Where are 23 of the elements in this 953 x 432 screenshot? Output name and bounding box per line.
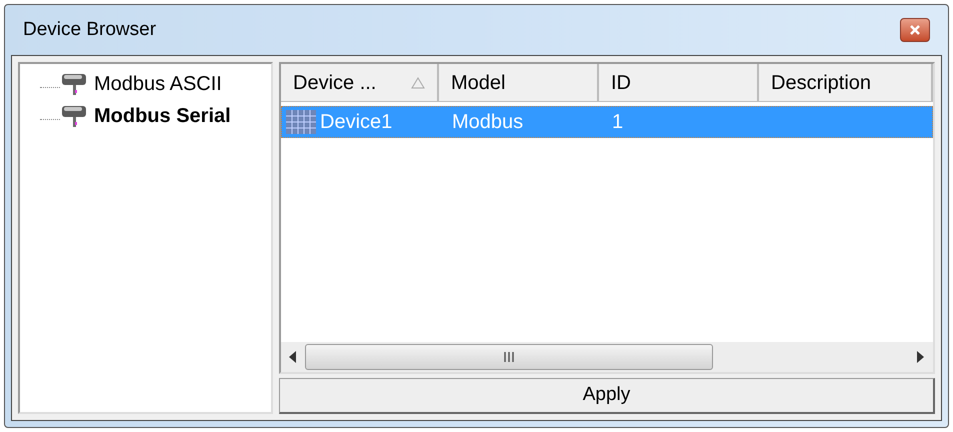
column-label: Device ... bbox=[293, 70, 376, 96]
column-header[interactable]: Device ... bbox=[281, 64, 439, 101]
column-label: Description bbox=[771, 70, 872, 96]
scroll-left-icon bbox=[289, 351, 297, 363]
grip-icon bbox=[503, 352, 515, 362]
device-icon bbox=[286, 110, 316, 134]
close-icon bbox=[910, 25, 920, 35]
apply-button[interactable]: Apply bbox=[279, 378, 935, 414]
close-button[interactable] bbox=[900, 18, 930, 42]
horizontal-scrollbar[interactable] bbox=[281, 342, 933, 372]
column-label: Model bbox=[451, 70, 506, 96]
window-title: Device Browser bbox=[23, 18, 156, 42]
scrollbar-thumb[interactable] bbox=[305, 344, 713, 370]
table-cell-text: Modbus bbox=[452, 110, 524, 135]
scroll-right-icon bbox=[917, 351, 925, 363]
table-cell-text: Device1 bbox=[320, 110, 392, 135]
column-label: ID bbox=[611, 70, 631, 96]
column-header[interactable]: Description bbox=[759, 64, 933, 101]
tree-item[interactable]: Modbus ASCII bbox=[94, 69, 222, 99]
table-cell-text: 1 bbox=[612, 110, 624, 135]
column-header[interactable]: ID bbox=[599, 64, 759, 101]
column-header[interactable]: Model bbox=[439, 64, 599, 101]
tree-item[interactable]: Modbus Serial bbox=[94, 101, 231, 131]
